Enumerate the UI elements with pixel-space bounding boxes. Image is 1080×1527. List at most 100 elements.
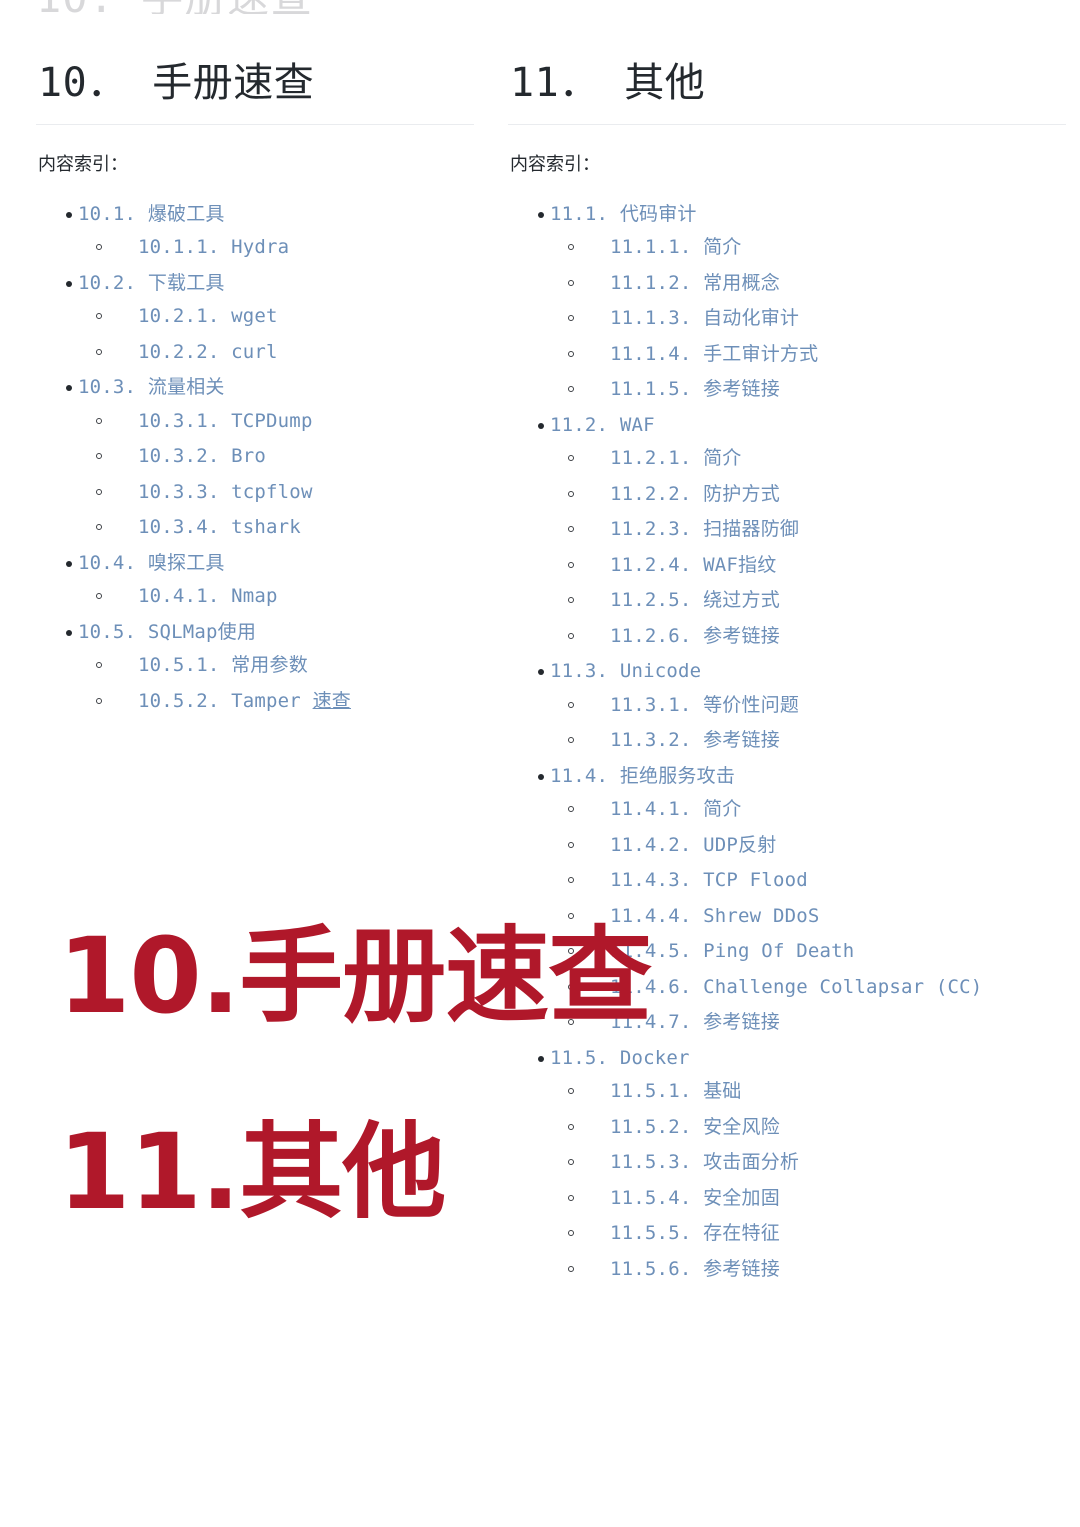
toc-link[interactable]: 10.1. 爆破工具 bbox=[78, 198, 225, 232]
list-item: 11.1. 代码审计 11.1.1. 简介 11.1.2. 常用概念 11.1.… bbox=[508, 198, 1066, 407]
toc-link[interactable]: 11.5.2. 安全风险 bbox=[610, 1111, 780, 1145]
list-item: 11.4.3. TCP Flood bbox=[550, 864, 1066, 898]
toc-link[interactable]: 10.3.1. TCPDump bbox=[138, 405, 313, 439]
list-item: 10.3.3. tcpflow bbox=[78, 476, 474, 510]
toc-link[interactable]: 11.5.6. 参考链接 bbox=[610, 1253, 780, 1287]
toc-link[interactable]: 11.4.4. Shrew DDoS bbox=[610, 900, 820, 934]
list-item: 11.3. Unicode 11.3.1. 等价性问题 11.3.2. 参考链接 bbox=[508, 655, 1066, 758]
toc-link[interactable]: 11.4.3. TCP Flood bbox=[610, 864, 808, 898]
list-item: 10.5.2. Tamper 速查 bbox=[78, 685, 474, 719]
list-item: 11.4.2. UDP反射 bbox=[550, 829, 1066, 863]
bullet-circle-icon bbox=[568, 244, 574, 251]
toc-link[interactable]: 11.4.5. Ping Of Death bbox=[610, 935, 854, 969]
toc-link[interactable]: 10.4.1. Nmap bbox=[138, 580, 278, 614]
bullet-circle-icon bbox=[568, 1019, 574, 1026]
list-item: 11.2. WAF 11.2.1. 简介 11.2.2. 防护方式 11.2.3… bbox=[508, 409, 1066, 654]
list-item: 11.5.1. 基础 bbox=[550, 1075, 1066, 1109]
toc-sublist: 11.2.1. 简介 11.2.2. 防护方式 11.2.3. 扫描器防御 11… bbox=[550, 442, 1066, 653]
list-item: 10.1. 爆破工具 10.1.1. Hydra bbox=[36, 198, 474, 265]
toc-link[interactable]: 10.4. 嗅探工具 bbox=[78, 547, 225, 581]
toc-link[interactable]: 11.1.4. 手工审计方式 bbox=[610, 338, 818, 372]
toc-link[interactable]: 10.2.2. curl bbox=[138, 336, 278, 370]
toc-link[interactable]: 11.1.5. 参考链接 bbox=[610, 373, 780, 407]
bullet-circle-icon bbox=[568, 386, 574, 393]
bullet-disc-icon bbox=[538, 1055, 544, 1062]
list-item: 11.5.5. 存在特征 bbox=[550, 1217, 1066, 1251]
toc-link[interactable]: 11.4.7. 参考链接 bbox=[610, 1006, 780, 1040]
column-section-10: 10． 手册速查 内容索引： 10.1. 爆破工具 10.1.1. Hydra … bbox=[0, 0, 508, 720]
bullet-circle-icon bbox=[568, 1230, 574, 1237]
bullet-circle-icon bbox=[568, 877, 574, 884]
toc-link[interactable]: 11.5.4. 安全加固 bbox=[610, 1182, 780, 1216]
toc-link[interactable]: 11.5.1. 基础 bbox=[610, 1075, 742, 1109]
toc-link[interactable]: 11.3. Unicode bbox=[550, 655, 701, 689]
toc-link[interactable]: 11.4.6. Challenge Collapsar (CC) bbox=[610, 971, 982, 1005]
bullet-circle-icon bbox=[568, 1194, 574, 1201]
toc-link[interactable]: 10.3.3. tcpflow bbox=[138, 476, 313, 510]
list-item: 11.4.6. Challenge Collapsar (CC) bbox=[550, 971, 1066, 1005]
toc-sublist: 11.5.1. 基础 11.5.2. 安全风险 11.5.3. 攻击面分析 11… bbox=[550, 1075, 1066, 1286]
toc-link[interactable]: 11.1. 代码审计 bbox=[550, 198, 697, 232]
list-item: 10.3.1. TCPDump bbox=[78, 405, 474, 439]
toc-link-underlined-part: 速查 bbox=[312, 689, 351, 712]
toc-link[interactable]: 11.2. WAF bbox=[550, 409, 655, 443]
toc-link[interactable]: 11.5.5. 存在特征 bbox=[610, 1217, 780, 1251]
bullet-circle-icon bbox=[96, 524, 102, 531]
bullet-circle-icon bbox=[568, 279, 574, 286]
list-item: 10.3. 流量相关 10.3.1. TCPDump 10.3.2. Bro 1… bbox=[36, 371, 474, 545]
toc-link-tamper[interactable]: 10.5.2. Tamper 速查 bbox=[138, 685, 351, 719]
toc-list-section-10: 10.1. 爆破工具 10.1.1. Hydra 10.2. 下载工具 10.2… bbox=[36, 198, 474, 719]
toc-link[interactable]: 11.2.3. 扫描器防御 bbox=[610, 513, 799, 547]
toc-link[interactable]: 10.1.1. Hydra bbox=[138, 231, 289, 265]
toc-link[interactable]: 11.4. 拒绝服务攻击 bbox=[550, 760, 735, 794]
toc-link[interactable]: 11.1.3. 自动化审计 bbox=[610, 302, 799, 336]
toc-link[interactable]: 10.2.1. wget bbox=[138, 300, 278, 334]
toc-link[interactable]: 10.3. 流量相关 bbox=[78, 371, 225, 405]
bullet-circle-icon bbox=[568, 455, 574, 462]
toc-link[interactable]: 11.5.3. 攻击面分析 bbox=[610, 1146, 799, 1180]
list-item: 11.5. Docker 11.5.1. 基础 11.5.2. 安全风险 11.… bbox=[508, 1042, 1066, 1287]
bullet-disc-icon bbox=[66, 629, 72, 636]
list-item: 11.4. 拒绝服务攻击 11.4.1. 简介 11.4.2. UDP反射 11… bbox=[508, 760, 1066, 1040]
toc-link[interactable]: 10.5. SQLMap使用 bbox=[78, 616, 256, 650]
toc-link[interactable]: 10.2. 下载工具 bbox=[78, 267, 225, 301]
toc-link[interactable]: 11.3.2. 参考链接 bbox=[610, 724, 780, 758]
toc-sublist: 10.2.1. wget 10.2.2. curl bbox=[78, 300, 474, 369]
bullet-circle-icon bbox=[96, 244, 102, 251]
list-item: 11.1.5. 参考链接 bbox=[550, 373, 1066, 407]
bullet-circle-icon bbox=[96, 697, 102, 704]
bullet-circle-icon bbox=[96, 417, 102, 424]
list-item: 11.4.4. Shrew DDoS bbox=[550, 900, 1066, 934]
toc-link[interactable]: 10.5.1. 常用参数 bbox=[138, 649, 308, 683]
bullet-disc-icon bbox=[66, 211, 72, 218]
bullet-circle-icon bbox=[568, 315, 574, 322]
list-item: 11.1.2. 常用概念 bbox=[550, 267, 1066, 301]
bullet-circle-icon bbox=[568, 561, 574, 568]
list-item: 10.4. 嗅探工具 10.4.1. Nmap bbox=[36, 547, 474, 614]
index-label-section-11: 内容索引： bbox=[510, 154, 600, 175]
toc-link[interactable]: 11.2.2. 防护方式 bbox=[610, 478, 780, 512]
toc-link[interactable]: 11.4.1. 简介 bbox=[610, 793, 742, 827]
bullet-circle-icon bbox=[568, 597, 574, 604]
list-item: 11.5.6. 参考链接 bbox=[550, 1253, 1066, 1287]
toc-link[interactable]: 11.2.6. 参考链接 bbox=[610, 620, 780, 654]
column-section-11: 11． 其他 内容索引： 11.1. 代码审计 11.1.1. 简介 11.1.… bbox=[508, 0, 1080, 1288]
toc-sublist: 10.1.1. Hydra bbox=[78, 231, 474, 265]
bullet-circle-icon bbox=[96, 488, 102, 495]
toc-link[interactable]: 11.2.5. 绕过方式 bbox=[610, 584, 780, 618]
toc-link[interactable]: 11.2.4. WAF指纹 bbox=[610, 549, 776, 583]
toc-link[interactable]: 11.2.1. 简介 bbox=[610, 442, 742, 476]
toc-link[interactable]: 11.1.1. 简介 bbox=[610, 231, 742, 265]
list-item: 11.3.2. 参考链接 bbox=[550, 724, 1066, 758]
toc-link[interactable]: 11.5. Docker bbox=[550, 1042, 690, 1076]
page-title-section-10: 10． 手册速查 bbox=[36, 58, 474, 125]
toc-sublist: 11.4.1. 简介 11.4.2. UDP反射 11.4.3. TCP Flo… bbox=[550, 793, 1066, 1040]
toc-link[interactable]: 10.3.4. tshark bbox=[138, 511, 301, 545]
toc-link[interactable]: 11.1.2. 常用概念 bbox=[610, 267, 780, 301]
toc-link[interactable]: 10.3.2. Bro bbox=[138, 440, 266, 474]
toc-link[interactable]: 11.3.1. 等价性问题 bbox=[610, 689, 799, 723]
toc-link[interactable]: 11.4.2. UDP反射 bbox=[610, 829, 776, 863]
toc-list-section-11: 11.1. 代码审计 11.1.1. 简介 11.1.2. 常用概念 11.1.… bbox=[508, 198, 1066, 1287]
page-title-section-11: 11． 其他 bbox=[508, 58, 1066, 125]
document-page: 10． 手册速查 内容索引： 10.1. 爆破工具 10.1.1. Hydra … bbox=[0, 0, 1080, 1527]
